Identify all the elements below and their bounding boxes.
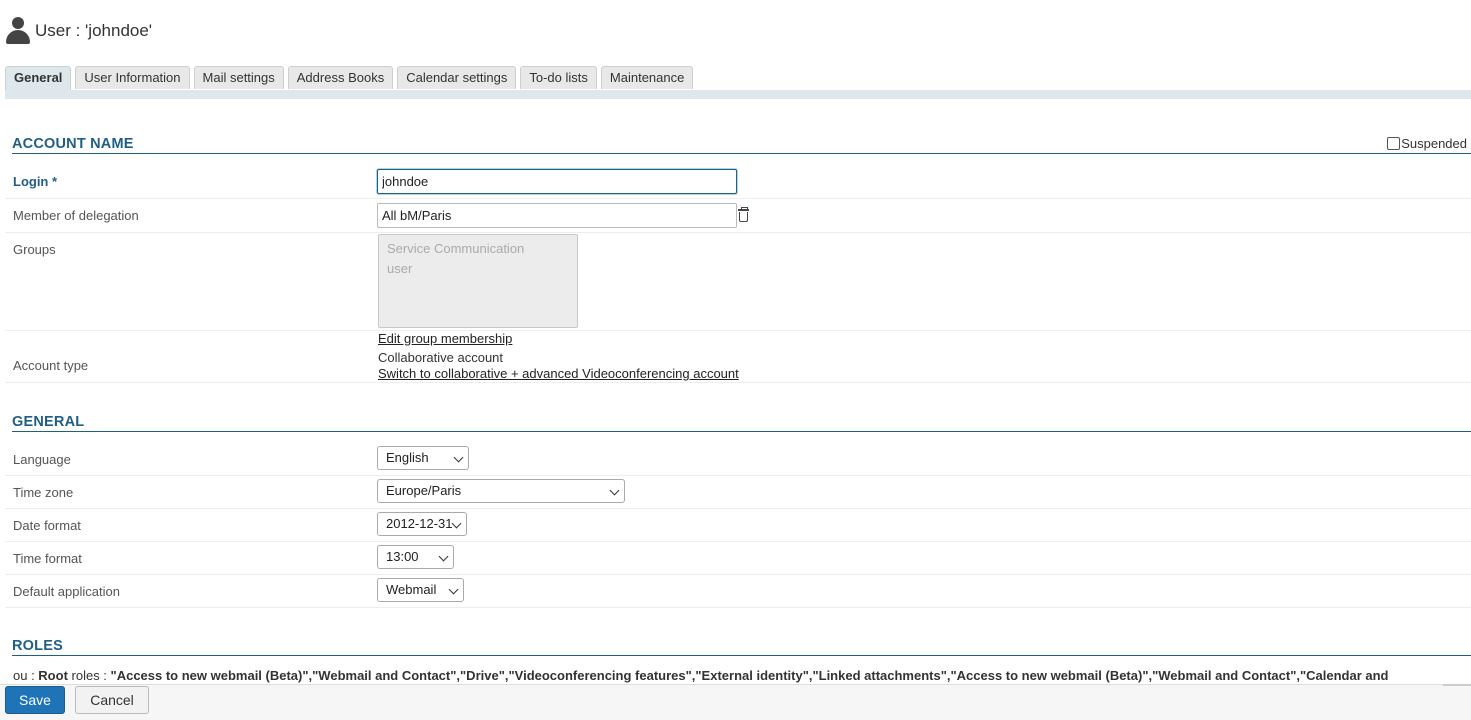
date-format-label: Date format [13,518,81,533]
edit-group-membership-link[interactable]: Edit group membership [378,331,512,346]
groups-label: Groups [13,242,56,257]
tab-todo-lists[interactable]: To-do lists [520,66,597,89]
tab-address-books[interactable]: Address Books [287,66,394,89]
timezone-select-value: Europe/Paris [386,483,462,498]
time-format-label: Time format [13,551,82,566]
chevron-down-icon [448,584,459,595]
chevron-down-icon [438,551,449,562]
tab-mail-settings[interactable]: Mail settings [193,66,284,89]
delegation-input[interactable] [377,203,737,228]
roles-prefix: roles : [67,668,111,683]
login-label: Login * [13,174,58,189]
date-format-select[interactable]: 2012-12-31 [377,512,467,536]
account-type-label: Account type [13,358,89,373]
language-select-value: English [386,450,429,465]
page-title: User : 'johndoe' [35,21,153,40]
tab-maintenance[interactable]: Maintenance [600,66,694,89]
login-input[interactable] [377,169,737,194]
ou-prefix: ou : [13,668,39,683]
section-title-roles: ROLES [12,638,1471,656]
section-title-account-name: ACCOUNT NAME [12,136,1471,154]
date-format-select-value: 2012-12-31 [386,516,453,531]
tab-user-information[interactable]: User Information [75,66,190,89]
timezone-label: Time zone [13,485,74,500]
timezone-row: Time zone [5,476,1471,509]
language-row: Language [5,443,1471,476]
save-button[interactable]: Save [5,686,65,714]
page-header: User : 'johndoe' [5,14,152,48]
switch-account-type-link[interactable]: Switch to collaborative + advanced Video… [378,366,739,381]
groups-list[interactable]: Service Communication user [378,234,578,328]
tab-bar: General User Information Mail settings A… [5,66,694,91]
language-label: Language [13,452,71,467]
delegation-label: Member of delegation [13,208,139,223]
default-app-row: Default application [5,575,1471,608]
ou-value: Root [38,668,68,683]
suspended-label: Suspended [1401,136,1467,151]
time-format-select-value: 13:00 [386,549,419,564]
footer-bar [0,684,1471,720]
login-row: Login * [5,166,1471,199]
time-format-row: Time format [5,542,1471,575]
tab-general[interactable]: General [5,66,72,91]
suspended-checkbox-box[interactable] [1387,137,1401,150]
default-app-select-value: Webmail [386,582,437,597]
roles-summary: ou : Root roles : "Access to new webmail… [13,668,1389,683]
chevron-down-icon [453,452,464,463]
section-title-general: GENERAL [12,414,1471,432]
roles-list: "Access to new webmail (Beta)","Webmail … [110,668,1389,683]
tab-bar-strip [5,90,1471,99]
chevron-down-icon [609,485,620,496]
suspended-checkbox[interactable]: Suspended [1387,136,1467,151]
time-format-select[interactable]: 13:00 [377,545,454,569]
groups-row: Groups [5,234,1471,331]
tab-calendar-settings[interactable]: Calendar settings [397,66,517,89]
language-select[interactable]: English [377,446,469,470]
group-item[interactable]: user [387,259,569,279]
user-icon [5,17,31,45]
default-app-label: Default application [13,584,120,599]
timezone-select[interactable]: Europe/Paris [377,479,625,503]
date-format-row: Date format [5,509,1471,542]
cancel-button[interactable]: Cancel [75,686,149,714]
scrollbar[interactable] [1443,684,1471,686]
default-app-select[interactable]: Webmail [377,578,464,602]
chevron-down-icon [451,518,462,529]
account-type-value: Collaborative account [378,350,504,365]
group-item[interactable]: Service Communication [387,239,569,259]
trash-icon[interactable] [738,207,749,222]
